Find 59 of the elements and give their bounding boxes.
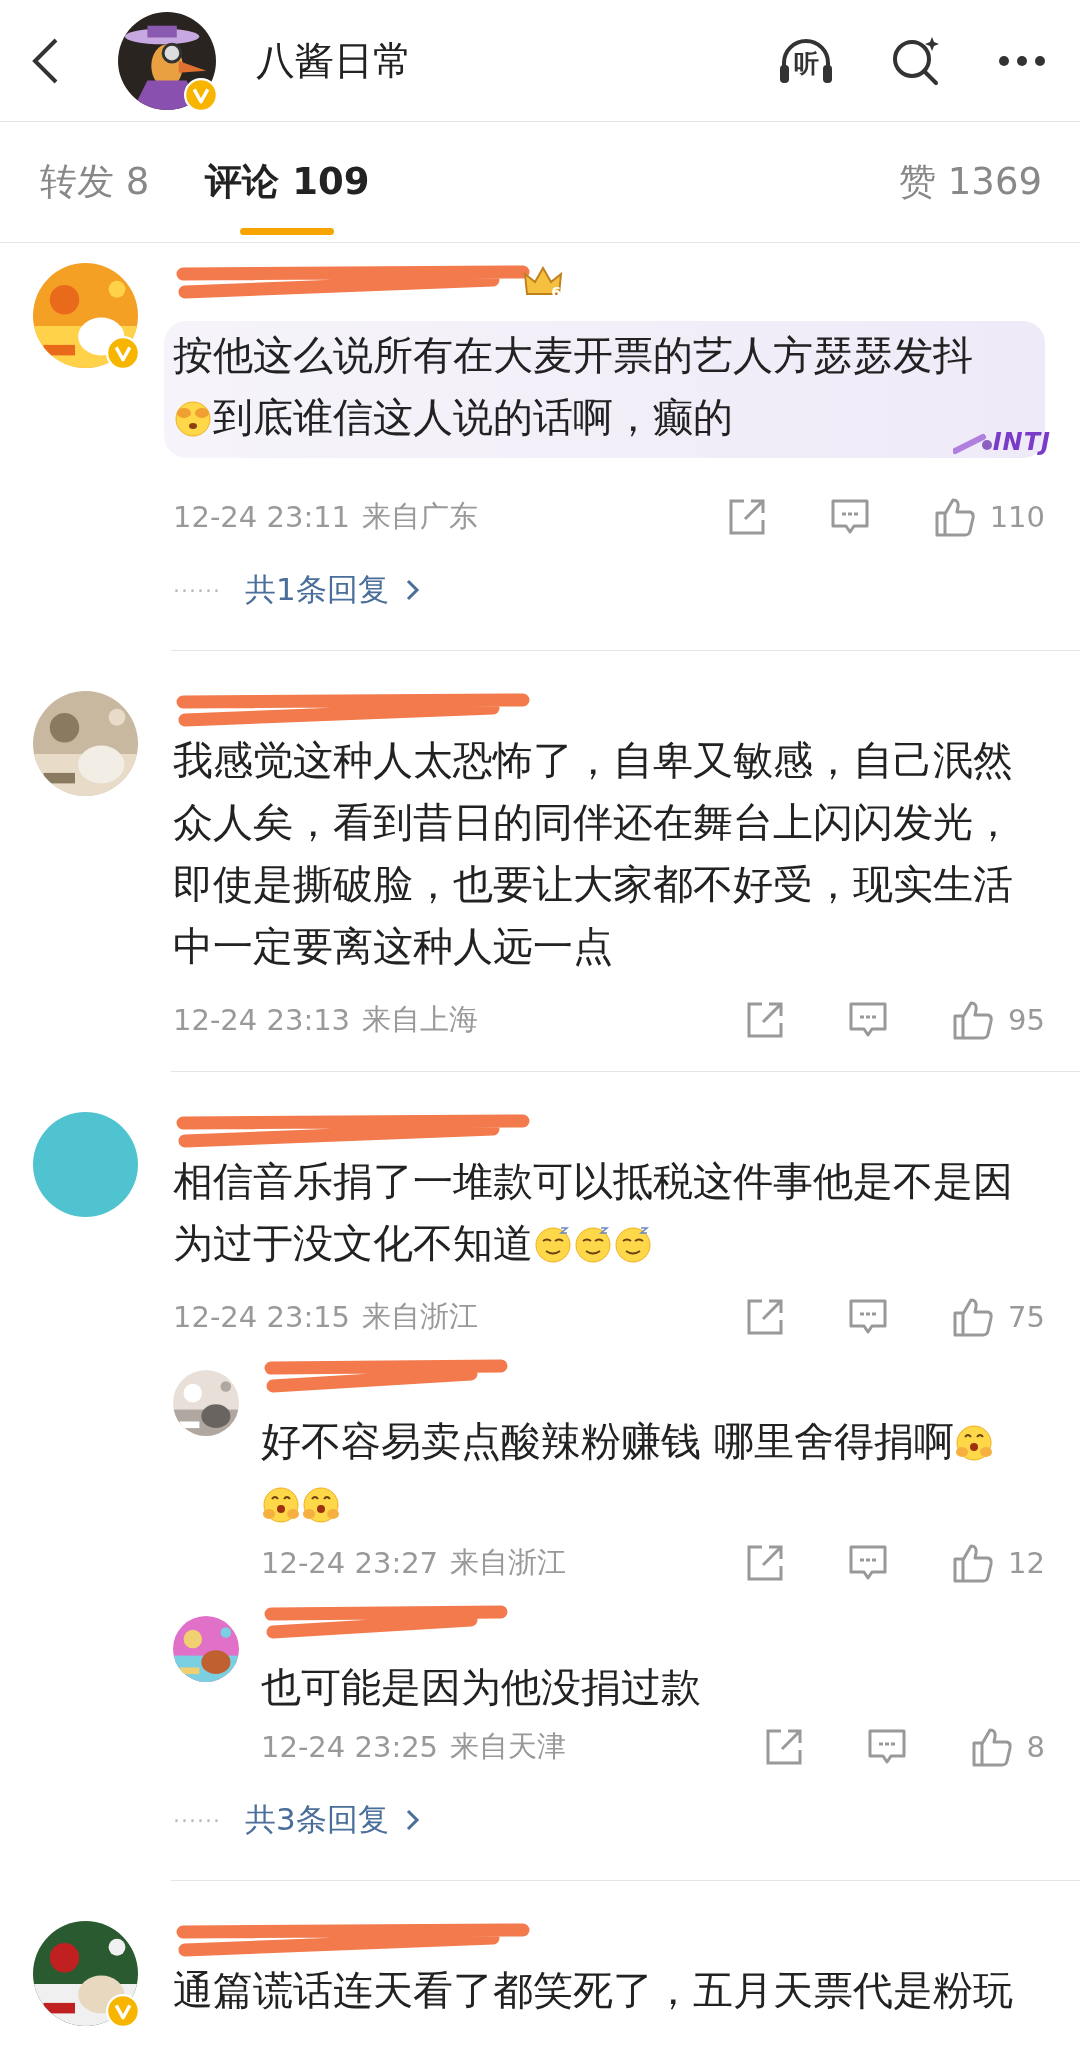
comment-time: 12-24 23:27 — [261, 1546, 439, 1580]
comment-icon[interactable] — [848, 1544, 889, 1582]
thumbs-up-icon[interactable] — [952, 1000, 995, 1040]
comment-location: 来自浙江 — [450, 1544, 567, 1581]
like-count: 12 — [1008, 1546, 1045, 1580]
account-title: 八酱日常 — [256, 36, 413, 85]
comment-location: 来自浙江 — [362, 1298, 479, 1335]
thumbs-up-icon[interactable] — [933, 497, 976, 537]
back-icon[interactable] — [30, 36, 60, 85]
comment-time: 12-24 23:11 — [173, 500, 351, 534]
comment-icon[interactable] — [848, 1298, 889, 1336]
comment-text: 通篇谎话连天看了都笑死了，五月天票代是粉玩 — [173, 1967, 1013, 2013]
comment-time: 12-24 23:15 — [173, 1300, 351, 1334]
sticker-label: INTJ — [992, 428, 1051, 456]
share-icon[interactable] — [764, 1728, 803, 1766]
listen-button[interactable]: 听 — [778, 34, 834, 87]
emoji-icon — [261, 1484, 301, 1524]
emoji-icon — [173, 398, 213, 438]
share-icon[interactable] — [746, 1544, 785, 1582]
emoji-icon — [533, 1224, 573, 1264]
share-icon[interactable] — [746, 1001, 785, 1039]
chevron-icon — [404, 1807, 421, 1833]
tab[interactable]: 转发 8 — [40, 125, 150, 239]
thumbs-up-icon[interactable] — [970, 1727, 1013, 1767]
more-replies-link[interactable]: 共1条回复 — [244, 569, 421, 611]
like-count: 8 — [1026, 1730, 1045, 1764]
emoji-icon — [953, 1422, 994, 1462]
ellipsis-dots: ······ — [173, 577, 221, 603]
comment-icon[interactable] — [829, 498, 870, 536]
likes-count[interactable]: 赞 1369 — [899, 157, 1042, 207]
share-icon[interactable] — [727, 498, 766, 536]
chevron-icon — [404, 577, 421, 603]
comment-time: 12-24 23:25 — [261, 1730, 439, 1764]
comment-text: 我感觉这种人太恐怖了，自卑又敏感，自己泯然众人矣，看到昔日的同伴还在舞台上闪闪发光，即使是撕破脸，也要让大家都不好受，现实生活中一定要离这种人远一点 — [173, 737, 1013, 969]
comment-text: 也可能是因为他没捐过款 — [261, 1664, 701, 1710]
share-icon[interactable] — [746, 1298, 785, 1336]
emoji-icon — [573, 1224, 613, 1264]
ellipsis-dots: ······ — [173, 1807, 221, 1833]
comment-icon[interactable] — [866, 1728, 907, 1766]
tab[interactable]: 评论 109 — [205, 125, 370, 239]
thumbs-up-icon[interactable] — [952, 1543, 995, 1583]
comment-text: 为过于没文化不知道 — [173, 1220, 533, 1266]
more-icon[interactable] — [998, 54, 1046, 67]
comment-location: 来自天津 — [450, 1728, 567, 1765]
comment-text: 相信音乐捐了一堆款可以抵税这件事他是不是因 — [173, 1158, 1013, 1204]
emoji-icon — [301, 1484, 341, 1524]
comment-text: 好不容易卖点酸辣粉赚钱 哪里舍得捐啊 — [261, 1418, 954, 1464]
comment-text: 按他这么说所有在大麦开票的艺人方瑟瑟发抖 — [173, 332, 973, 378]
comment-icon[interactable] — [848, 1001, 889, 1039]
more-replies-link[interactable]: 共3条回复 — [244, 1799, 421, 1841]
like-count: 75 — [1008, 1300, 1045, 1334]
emoji-icon — [613, 1224, 653, 1264]
like-count: 110 — [989, 500, 1045, 534]
thumbs-up-icon[interactable] — [952, 1297, 995, 1337]
like-count: 95 — [1008, 1003, 1045, 1037]
comment-text: 到底谁信这人说的话啊，癫的 — [213, 394, 733, 440]
comment-location: 来自上海 — [362, 1001, 479, 1038]
comment-location: 来自广东 — [362, 498, 479, 535]
comment-time: 12-24 23:13 — [173, 1003, 351, 1037]
